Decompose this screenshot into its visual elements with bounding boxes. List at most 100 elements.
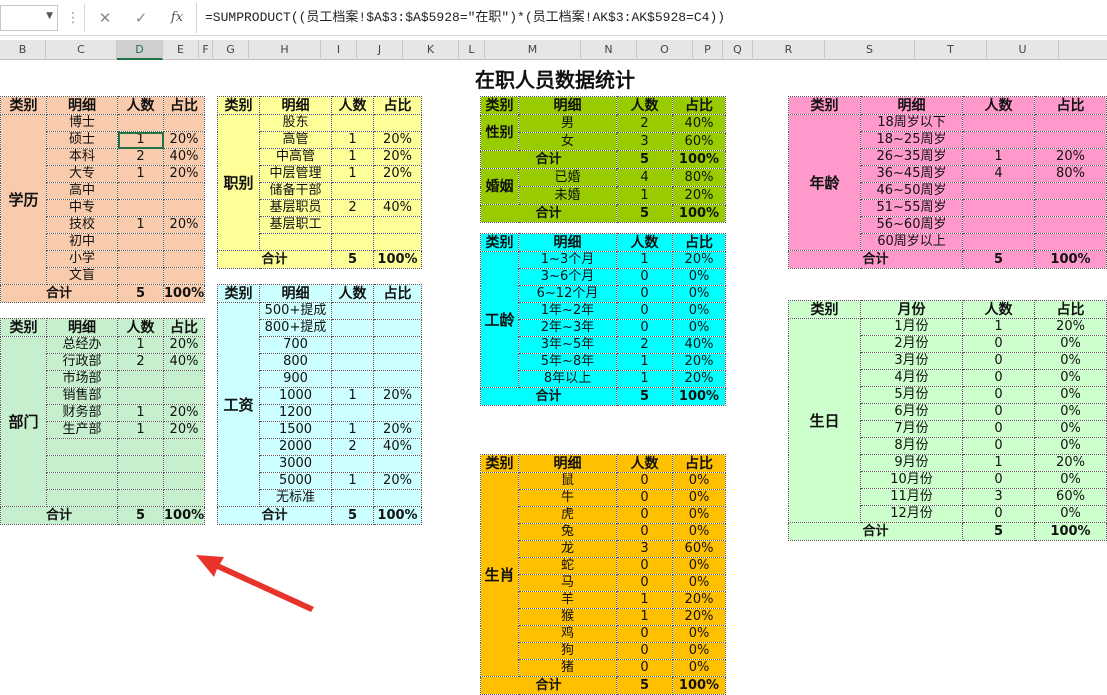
count-cell[interactable]: 0: [616, 472, 673, 490]
detail-cell[interactable]: 900: [259, 370, 332, 388]
detail-cell[interactable]: 56~60周岁: [860, 216, 963, 234]
detail-cell[interactable]: 已婚: [518, 168, 617, 187]
count-cell[interactable]: [117, 472, 164, 490]
detail-cell[interactable]: 基层职员: [259, 199, 332, 217]
detail-cell[interactable]: 小学: [46, 250, 118, 268]
total-count[interactable]: 5: [616, 387, 673, 406]
count-cell[interactable]: [117, 370, 164, 388]
percent-cell[interactable]: 20%: [163, 404, 205, 422]
detail-cell[interactable]: 高管: [259, 131, 332, 149]
percent-cell[interactable]: 20%: [373, 421, 422, 439]
percent-cell[interactable]: 20%: [163, 336, 205, 354]
name-box[interactable]: ▼: [0, 5, 58, 31]
detail-cell[interactable]: 基层职工: [259, 216, 332, 234]
detail-cell[interactable]: 猪: [518, 659, 617, 677]
percent-cell[interactable]: [163, 233, 205, 251]
formula-input[interactable]: =SUMPRODUCT((员工档案!$A$3:$A$5928="在职")*(员工…: [196, 3, 1107, 33]
count-cell[interactable]: 0: [616, 523, 673, 541]
percent-cell[interactable]: [373, 336, 422, 354]
percent-cell[interactable]: 0%: [1034, 505, 1107, 523]
header-category[interactable]: 类别: [0, 318, 47, 337]
percent-cell[interactable]: 60%: [672, 540, 726, 558]
column-header-Q[interactable]: Q: [723, 40, 753, 60]
detail-cell[interactable]: 800+提成: [259, 319, 332, 337]
header-percent[interactable]: 占比: [672, 96, 726, 115]
cancel-icon[interactable]: ✕: [90, 7, 120, 29]
count-cell[interactable]: [331, 489, 374, 507]
header-count[interactable]: 人数: [331, 96, 374, 115]
detail-cell[interactable]: 2月份: [860, 335, 963, 353]
detail-cell[interactable]: [46, 438, 118, 456]
detail-cell[interactable]: 文盲: [46, 267, 118, 285]
percent-cell[interactable]: 20%: [1034, 148, 1107, 166]
header-percent[interactable]: 占比: [672, 454, 726, 473]
percent-cell[interactable]: [163, 455, 205, 473]
header-detail[interactable]: 明细: [518, 96, 617, 115]
count-cell[interactable]: 0: [616, 506, 673, 524]
detail-cell[interactable]: 鼠: [518, 472, 617, 490]
total-percent[interactable]: 100%: [672, 387, 726, 406]
total-count[interactable]: 5: [962, 522, 1035, 541]
count-cell[interactable]: [331, 319, 374, 337]
count-cell[interactable]: 0: [962, 403, 1035, 421]
count-cell[interactable]: 2: [616, 114, 673, 133]
header-percent[interactable]: 占比: [373, 284, 422, 303]
percent-cell[interactable]: [1034, 131, 1107, 149]
total-label[interactable]: 合计: [480, 204, 617, 223]
detail-cell[interactable]: 虎: [518, 506, 617, 524]
header-detail[interactable]: 明细: [860, 96, 963, 115]
percent-cell[interactable]: [373, 302, 422, 320]
count-cell[interactable]: 1: [331, 387, 374, 405]
count-cell[interactable]: 4: [616, 168, 673, 187]
percent-cell[interactable]: [163, 114, 205, 132]
percent-cell[interactable]: [163, 250, 205, 268]
header-category[interactable]: 类别: [480, 454, 519, 473]
count-cell[interactable]: 1: [616, 186, 673, 205]
percent-cell[interactable]: [163, 489, 205, 507]
header-category[interactable]: 类别: [480, 233, 519, 252]
percent-cell[interactable]: 20%: [672, 370, 726, 388]
detail-cell[interactable]: 4月份: [860, 369, 963, 387]
count-cell[interactable]: 0: [962, 335, 1035, 353]
count-cell[interactable]: 0: [616, 625, 673, 643]
count-cell[interactable]: 1: [616, 608, 673, 626]
percent-cell[interactable]: 20%: [672, 608, 726, 626]
percent-cell[interactable]: 20%: [163, 131, 205, 149]
detail-cell[interactable]: 大专: [46, 165, 118, 183]
header-count[interactable]: 人数: [616, 233, 673, 252]
percent-cell[interactable]: 0%: [672, 319, 726, 337]
total-percent[interactable]: 100%: [672, 150, 726, 169]
header-count[interactable]: 人数: [117, 96, 164, 115]
detail-cell[interactable]: 本科: [46, 148, 118, 166]
detail-cell[interactable]: 狗: [518, 642, 617, 660]
detail-cell[interactable]: 12月份: [860, 505, 963, 523]
count-cell[interactable]: 1: [331, 421, 374, 439]
column-header-J[interactable]: J: [357, 40, 403, 60]
detail-cell[interactable]: 未婚: [518, 186, 617, 205]
count-cell[interactable]: 0: [962, 471, 1035, 489]
percent-cell[interactable]: [1034, 199, 1107, 217]
detail-cell[interactable]: 5月份: [860, 386, 963, 404]
detail-cell[interactable]: 牛: [518, 489, 617, 507]
detail-cell[interactable]: 18周岁以下: [860, 114, 963, 132]
percent-cell[interactable]: 0%: [672, 489, 726, 507]
column-header-D[interactable]: D: [117, 40, 163, 60]
total-label[interactable]: 合计: [788, 250, 963, 269]
percent-cell[interactable]: [163, 267, 205, 285]
detail-cell[interactable]: 8年以上: [518, 370, 617, 388]
percent-cell[interactable]: [373, 216, 422, 234]
count-cell[interactable]: [962, 131, 1035, 149]
percent-cell[interactable]: [163, 370, 205, 388]
detail-cell[interactable]: 1500: [259, 421, 332, 439]
detail-cell[interactable]: 6月份: [860, 403, 963, 421]
count-cell[interactable]: 1: [962, 454, 1035, 472]
detail-cell[interactable]: 羊: [518, 591, 617, 609]
percent-cell[interactable]: 20%: [373, 387, 422, 405]
count-cell[interactable]: [331, 114, 374, 132]
total-count[interactable]: 5: [117, 284, 164, 303]
header-category[interactable]: 类别: [217, 96, 260, 115]
percent-cell[interactable]: 0%: [1034, 471, 1107, 489]
count-cell[interactable]: 1: [616, 251, 673, 269]
percent-cell[interactable]: 0%: [1034, 369, 1107, 387]
header-percent[interactable]: 占比: [672, 233, 726, 252]
